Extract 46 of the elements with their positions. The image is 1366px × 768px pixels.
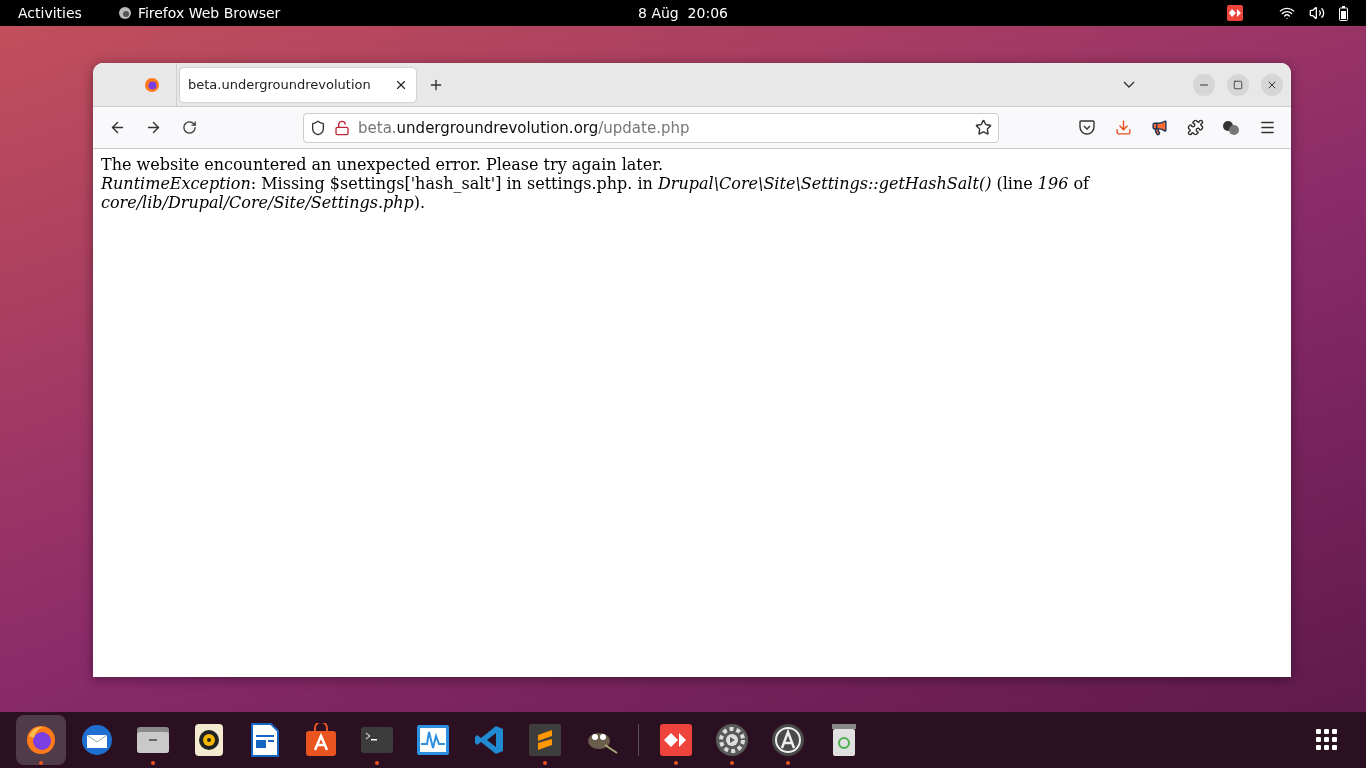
bookmark-star-icon[interactable] (975, 119, 992, 136)
error-message: The website encountered an unexpected error. Please try again later. (101, 155, 665, 174)
insecure-lock-icon[interactable] (334, 119, 350, 136)
code-editor-icon (473, 724, 505, 756)
shield-icon[interactable] (310, 119, 326, 136)
wifi-icon[interactable] (1279, 5, 1295, 21)
text-editor-icon (528, 723, 562, 757)
pulse-monitor-icon (416, 724, 450, 756)
terminal-icon (360, 726, 394, 754)
activities-button[interactable]: Activities (18, 5, 82, 21)
browser-tab[interactable]: beta.undergroundrevolution (180, 67, 416, 102)
browser-icon (117, 6, 132, 20)
speaker-icon (194, 723, 224, 757)
gear-icon (715, 723, 749, 757)
remote-desktop-icon (659, 723, 693, 757)
fox-globe-icon (25, 724, 57, 756)
remote-desktop-icon[interactable] (1227, 5, 1243, 21)
minimize-button[interactable] (1193, 73, 1215, 96)
dock-item[interactable] (16, 715, 66, 765)
spheres-icon (1222, 119, 1240, 136)
battery-icon[interactable] (1339, 5, 1348, 21)
close-button[interactable] (1261, 73, 1283, 96)
maximize-icon (1233, 79, 1243, 90)
trash-icon (830, 723, 858, 757)
app-grid-icon[interactable] (1316, 729, 1338, 751)
menu-icon (1258, 119, 1276, 136)
megaphone-icon (1150, 119, 1168, 136)
app-menu[interactable]: Firefox Web Browser (137, 5, 281, 21)
chevron-down-icon (1123, 81, 1135, 88)
download-icon (1114, 119, 1132, 136)
fox-globe-icon[interactable] (143, 76, 160, 93)
puzzle-icon (1186, 119, 1204, 136)
mail-icon (80, 723, 114, 757)
clock[interactable]: 8 Aüg 20:06 (638, 5, 728, 21)
reload-icon (181, 120, 197, 135)
folder-icon (136, 725, 170, 755)
url-text: beta.undergroundrevolution.org/update.php (358, 118, 691, 137)
document-icon (251, 723, 279, 757)
error-details: RuntimeException: Missing $settings['hash_salt'] in settings.php. in Drupal\Core\Site\Settings::getHashSalt() (line 196 of core/lib/Drupal/Core/Site/Settings.php). (101, 174, 1091, 212)
shopping-bag-icon (305, 723, 337, 757)
maximize-button[interactable] (1227, 73, 1249, 96)
volume-icon[interactable] (1309, 5, 1325, 21)
pocket-icon (1079, 120, 1095, 135)
url-field[interactable]: beta.undergroundrevolution.org/update.php (303, 112, 999, 143)
update-icon (771, 723, 805, 757)
tab-title: beta.undergroundrevolution (188, 77, 372, 92)
